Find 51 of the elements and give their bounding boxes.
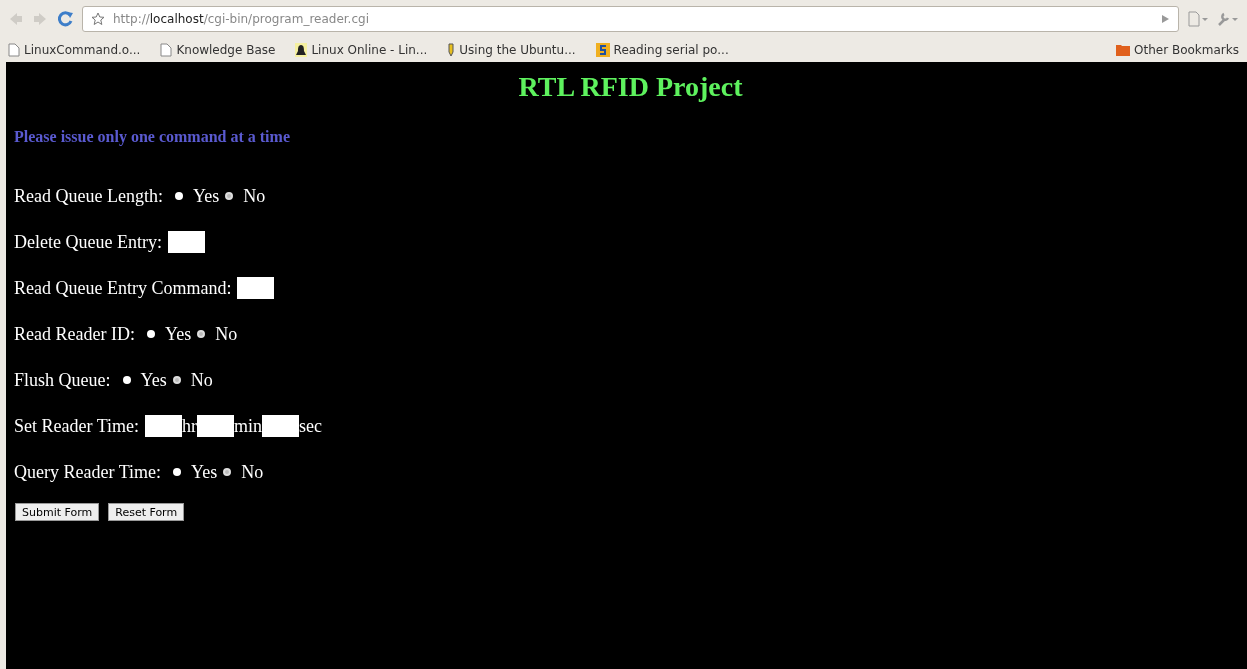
input-field[interactable] bbox=[145, 415, 182, 437]
bookmark-link[interactable]: Using the Ubuntu... bbox=[459, 41, 576, 59]
radio-button[interactable] bbox=[223, 468, 232, 476]
bookmark-link[interactable]: LinuxCommand.o... bbox=[24, 41, 141, 59]
reload-icon[interactable] bbox=[56, 10, 74, 28]
bookmark-link[interactable]: Other Bookmarks bbox=[1134, 41, 1239, 59]
input-field[interactable] bbox=[237, 277, 275, 299]
bookmark-link[interactable]: Linux Online - Lin... bbox=[311, 41, 428, 59]
page-title: RTL RFID Project bbox=[518, 73, 743, 101]
field-label: Read Reader ID: bbox=[14, 322, 135, 346]
page-icon bbox=[8, 43, 20, 57]
play-icon[interactable] bbox=[1160, 14, 1170, 24]
field-label: Delete Queue Entry: bbox=[14, 230, 162, 254]
field-label: Flush Queue: bbox=[14, 368, 111, 392]
bookmark-bar-icon bbox=[447, 43, 456, 57]
input-field[interactable] bbox=[167, 231, 205, 253]
form-button[interactable]: Reset Form bbox=[108, 503, 185, 521]
option-label: No bbox=[243, 184, 266, 208]
star-icon[interactable] bbox=[91, 12, 105, 26]
input-field[interactable] bbox=[197, 415, 234, 437]
radio-button[interactable] bbox=[225, 192, 234, 200]
option-label: Yes bbox=[191, 460, 218, 484]
radio-button[interactable] bbox=[173, 468, 181, 476]
field-label: Query Reader Time: bbox=[14, 460, 161, 484]
radio-button[interactable] bbox=[146, 330, 155, 338]
address-bar[interactable]: http://localhost/cgi-bin/program_reader.cgi bbox=[82, 6, 1179, 32]
site-icon bbox=[595, 43, 610, 57]
option-label: Yes bbox=[140, 368, 167, 392]
unit-label: sec bbox=[299, 414, 322, 438]
bookmark-link[interactable]: Reading serial po... bbox=[613, 41, 729, 59]
unit-label: hr bbox=[182, 414, 197, 438]
input-field[interactable] bbox=[262, 415, 299, 437]
unit-label: min bbox=[234, 414, 262, 438]
radio-button[interactable] bbox=[197, 330, 206, 338]
bookmark-link[interactable]: Knowledge Base bbox=[176, 41, 276, 59]
radio-button[interactable] bbox=[122, 376, 131, 384]
folder-icon bbox=[1116, 44, 1131, 56]
page-icon bbox=[160, 43, 173, 57]
form-button[interactable]: Submit Form bbox=[15, 503, 100, 521]
option-label: No bbox=[215, 322, 238, 346]
field-label: Read Queue Length: bbox=[14, 184, 163, 208]
radio-button[interactable] bbox=[174, 192, 183, 200]
radio-button[interactable] bbox=[172, 376, 181, 384]
field-label: Read Queue Entry Command: bbox=[14, 276, 232, 300]
field-label: Set Reader Time: bbox=[14, 414, 139, 438]
option-label: Yes bbox=[192, 184, 220, 208]
notice-text: Please issue only one command at a time bbox=[14, 127, 291, 148]
option-label: No bbox=[241, 460, 264, 484]
url-text: http://localhost/cgi-bin/program_reader.cgi bbox=[113, 11, 369, 28]
option-label: Yes bbox=[164, 322, 192, 346]
option-label: No bbox=[190, 368, 213, 392]
